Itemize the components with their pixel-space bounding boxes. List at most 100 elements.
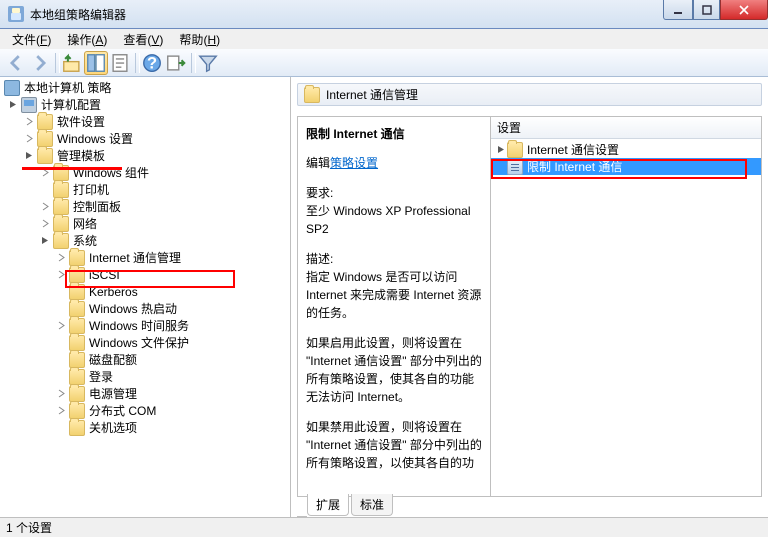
- list-item-settings[interactable]: Internet 通信设置: [491, 141, 761, 158]
- list-body: Internet 通信设置 限制 Internet 通信: [491, 139, 761, 496]
- expand-icon[interactable]: [40, 167, 51, 178]
- tab-standard[interactable]: 标准: [351, 494, 393, 516]
- folder-icon: [53, 182, 69, 198]
- menu-help[interactable]: 帮助(H): [171, 29, 228, 50]
- window-title: 本地组策略编辑器: [30, 6, 126, 23]
- tab-extended[interactable]: 扩展: [307, 494, 349, 516]
- tree-distributed-com[interactable]: 分布式 COM: [0, 402, 290, 419]
- show-tree-button[interactable]: [84, 51, 108, 75]
- setting-icon: [507, 159, 523, 175]
- folder-icon: [507, 142, 523, 158]
- tree-pane: 本地计算机 策略 计算机配置 软件设置 Windows 设置 管理模板 Wind…: [0, 77, 291, 517]
- folder-icon: [53, 233, 69, 249]
- expand-icon[interactable]: [24, 116, 35, 127]
- menu-action[interactable]: 操作(A): [59, 29, 115, 50]
- folder-icon: [37, 131, 53, 147]
- collapse-icon[interactable]: [24, 150, 35, 161]
- tree-kerberos[interactable]: Kerberos: [0, 283, 290, 300]
- up-button[interactable]: [60, 51, 84, 75]
- main-area: 本地计算机 策略 计算机配置 软件设置 Windows 设置 管理模板 Wind…: [0, 77, 768, 518]
- menu-file[interactable]: 文件(F): [4, 29, 59, 50]
- folder-icon: [69, 318, 85, 334]
- close-button[interactable]: [720, 0, 768, 20]
- expand-icon[interactable]: [40, 201, 51, 212]
- filter-button[interactable]: [196, 51, 220, 75]
- tree-logon[interactable]: 登录: [0, 368, 290, 385]
- content-header: Internet 通信管理: [297, 83, 762, 106]
- expand-icon[interactable]: [56, 320, 67, 331]
- computer-icon: [21, 97, 37, 113]
- folder-icon: [69, 301, 85, 317]
- tree-root[interactable]: 本地计算机 策略: [0, 79, 290, 96]
- back-button[interactable]: [4, 51, 28, 75]
- tree-internet-comm-mgmt[interactable]: Internet 通信管理: [0, 249, 290, 266]
- tree-printers[interactable]: 打印机: [0, 181, 290, 198]
- folder-icon: [69, 335, 85, 351]
- description-pane: 限制 Internet 通信 编辑策略设置 要求:至少 Windows XP P…: [298, 117, 491, 496]
- tree-disk-quota[interactable]: 磁盘配额: [0, 351, 290, 368]
- folder-icon: [69, 250, 85, 266]
- folder-icon: [69, 284, 85, 300]
- tabs: 扩展 标准: [297, 497, 762, 517]
- expand-icon[interactable]: [56, 405, 67, 416]
- enable-text: 如果启用此设置，则将设置在 "Internet 通信设置" 部分中列出的所有策略…: [306, 334, 482, 406]
- list-header[interactable]: 设置: [491, 117, 761, 139]
- description: 描述:指定 Windows 是否可以访问 Internet 来完成需要 Inte…: [306, 250, 482, 322]
- tree-windows-components[interactable]: Windows 组件: [0, 164, 290, 181]
- edit-row: 编辑策略设置: [306, 154, 482, 172]
- tree-shutdown-options[interactable]: 关机选项: [0, 419, 290, 436]
- tree-network[interactable]: 网络: [0, 215, 290, 232]
- export-button[interactable]: [164, 51, 188, 75]
- content-title: Internet 通信管理: [326, 86, 418, 103]
- titlebar: 本地组策略编辑器: [0, 0, 768, 29]
- tree-admin-templates[interactable]: 管理模板: [0, 147, 290, 164]
- folder-icon: [53, 165, 69, 181]
- tree-windows-hot-start[interactable]: Windows 热启动: [0, 300, 290, 317]
- list-item-restrict[interactable]: 限制 Internet 通信: [491, 158, 761, 175]
- status-text: 1 个设置: [6, 519, 52, 536]
- collapse-icon[interactable]: [8, 99, 19, 110]
- setting-title: 限制 Internet 通信: [306, 125, 482, 142]
- expand-icon[interactable]: [56, 269, 67, 280]
- forward-button[interactable]: [28, 51, 52, 75]
- disable-text: 如果禁用此设置，则将设置在 "Internet 通信设置" 部分中列出的所有策略…: [306, 418, 482, 472]
- properties-button[interactable]: [108, 51, 132, 75]
- folder-icon: [69, 403, 85, 419]
- folder-icon: [37, 114, 53, 130]
- collapse-icon[interactable]: [40, 235, 51, 246]
- app-icon: [8, 6, 24, 22]
- policy-icon: [4, 80, 20, 96]
- maximize-button[interactable]: [693, 0, 720, 20]
- tree-system[interactable]: 系统: [0, 232, 290, 249]
- folder-icon: [53, 199, 69, 215]
- expand-icon[interactable]: [24, 133, 35, 144]
- tree-windows-settings[interactable]: Windows 设置: [0, 130, 290, 147]
- menubar: 文件(F) 操作(A) 查看(V) 帮助(H): [0, 29, 768, 49]
- minimize-button[interactable]: [663, 0, 693, 20]
- tree-power-mgmt[interactable]: 电源管理: [0, 385, 290, 402]
- tree-software-settings[interactable]: 软件设置: [0, 113, 290, 130]
- svg-text:?: ?: [147, 54, 157, 72]
- tree-windows-file-protection[interactable]: Windows 文件保护: [0, 334, 290, 351]
- folder-icon: [69, 420, 85, 436]
- menu-view[interactable]: 查看(V): [115, 29, 171, 50]
- tree-computer-config[interactable]: 计算机配置: [0, 96, 290, 113]
- content-body: 限制 Internet 通信 编辑策略设置 要求:至少 Windows XP P…: [297, 116, 762, 497]
- policy-settings-link[interactable]: 策略设置: [330, 156, 378, 170]
- window-controls: [663, 0, 768, 20]
- folder-icon: [37, 148, 53, 164]
- expand-icon[interactable]: [56, 388, 67, 399]
- tree-iscsi[interactable]: iSCSI: [0, 266, 290, 283]
- tree-control-panel[interactable]: 控制面板: [0, 198, 290, 215]
- folder-icon: [304, 87, 320, 103]
- settings-list-pane: 设置 Internet 通信设置 限制 Internet 通信: [491, 117, 761, 496]
- tree-windows-time[interactable]: Windows 时间服务: [0, 317, 290, 334]
- folder-icon: [69, 267, 85, 283]
- statusbar: 1 个设置: [0, 518, 768, 537]
- expand-icon[interactable]: [56, 252, 67, 263]
- requirements: 要求:至少 Windows XP Professional SP2: [306, 184, 482, 238]
- content-pane: Internet 通信管理 限制 Internet 通信 编辑策略设置 要求:至…: [291, 77, 768, 517]
- expand-icon[interactable]: [40, 218, 51, 229]
- folder-icon: [69, 386, 85, 402]
- help-button[interactable]: ?: [140, 51, 164, 75]
